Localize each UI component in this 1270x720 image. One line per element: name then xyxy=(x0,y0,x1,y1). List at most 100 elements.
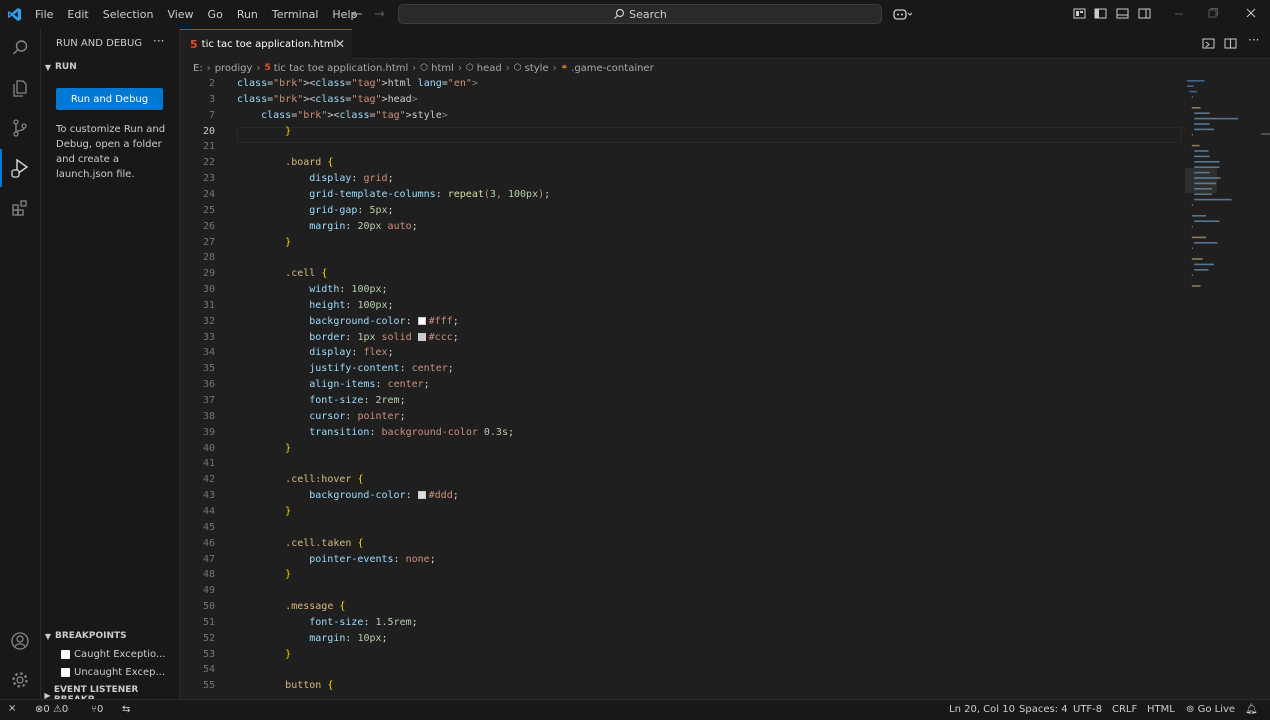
breadcrumb-item[interactable]: html xyxy=(431,63,454,74)
menu-edit[interactable]: Edit xyxy=(60,8,95,21)
minimap[interactable] xyxy=(1183,76,1258,699)
close-window-icon[interactable] xyxy=(1245,7,1257,19)
code-line[interactable]: 49 xyxy=(180,583,1182,599)
menu-terminal[interactable]: Terminal xyxy=(265,8,326,21)
notifications-bell-icon[interactable]: 🔔︎ xyxy=(1245,704,1258,715)
code-line[interactable]: 27 } xyxy=(180,235,1182,251)
code-editor[interactable]: 2 class="brk"><class="tag">html lang="en"… xyxy=(180,76,1182,699)
code-line[interactable]: 7 class="brk"><class="tag">style> xyxy=(180,108,1182,124)
code-line[interactable]: 20 } xyxy=(180,124,1182,140)
activity-run-and-debug[interactable] xyxy=(0,149,40,187)
code-line[interactable]: 31 height: 100px; xyxy=(180,298,1182,314)
line-endings[interactable]: CRLF xyxy=(1112,704,1137,715)
uncaught-exceptions-breakpoint[interactable]: Uncaught Excep... xyxy=(61,667,165,678)
breadcrumb-item[interactable]: prodigy xyxy=(215,63,253,74)
breadcrumb-item[interactable]: .game-container xyxy=(571,63,654,74)
code-line[interactable]: 29 .cell { xyxy=(180,266,1182,282)
code-line[interactable]: 22 .board { xyxy=(180,155,1182,171)
breadcrumb-drive[interactable]: E: xyxy=(193,63,203,74)
customize-layout-icon[interactable] xyxy=(1073,7,1086,20)
code-line[interactable]: 35 justify-content: center; xyxy=(180,361,1182,377)
breakpoints-section-header[interactable]: ▼ BREAKPOINTS xyxy=(41,631,179,641)
run-and-debug-button[interactable]: Run and Debug xyxy=(56,88,163,110)
indentation[interactable]: Spaces: 4 xyxy=(1019,704,1068,715)
activity-extensions[interactable] xyxy=(0,189,40,227)
menu-go[interactable]: Go xyxy=(201,8,230,21)
code-line[interactable]: 45 xyxy=(180,520,1182,536)
code-line[interactable]: 50 .message { xyxy=(180,599,1182,615)
breadcrumb-item[interactable]: tic tac toe application.html xyxy=(274,63,409,74)
code-line[interactable]: 21 xyxy=(180,139,1182,155)
code-line[interactable]: 34 display: flex; xyxy=(180,345,1182,361)
code-line[interactable]: 42 .cell:hover { xyxy=(180,472,1182,488)
code-line[interactable]: 46 .cell.taken { xyxy=(180,536,1182,552)
code-line[interactable]: 52 margin: 10px; xyxy=(180,631,1182,647)
code-line[interactable]: 53 } xyxy=(180,647,1182,663)
code-line[interactable]: 25 grid-gap: 5px; xyxy=(180,203,1182,219)
activity-explorer[interactable] xyxy=(0,29,40,67)
code-line[interactable]: 37 font-size: 2rem; xyxy=(180,393,1182,409)
code-line[interactable]: 2 class="brk"><class="tag">html lang="en"… xyxy=(180,76,1182,92)
code-line[interactable]: 3 class="brk"><class="tag">head> xyxy=(180,92,1182,108)
code-line[interactable]: 55 button { xyxy=(180,678,1182,694)
remote-icon[interactable]: ⨯ xyxy=(8,703,16,714)
code-line[interactable]: 43 background-color: #ddd; xyxy=(180,488,1182,504)
language-mode[interactable]: HTML xyxy=(1147,704,1175,715)
breadcrumb-item[interactable]: style xyxy=(525,63,549,74)
problems-indicator[interactable]: ⊗0 ⚠0 xyxy=(35,704,68,715)
code-line[interactable]: 54 xyxy=(180,662,1182,678)
command-center-search[interactable]: Search xyxy=(398,4,882,24)
code-line[interactable]: 47 pointer-events: none; xyxy=(180,552,1182,568)
code-line[interactable]: 44 } xyxy=(180,504,1182,520)
menu-run[interactable]: Run xyxy=(230,8,265,21)
more-editor-actions-icon[interactable]: ··· xyxy=(1248,33,1259,47)
toggle-primary-sidebar-icon[interactable] xyxy=(1094,7,1107,20)
run-section-header[interactable]: ▼ RUN xyxy=(41,62,179,72)
code-line[interactable]: 28 xyxy=(180,250,1182,266)
code-line[interactable]: 30 width: 100px; xyxy=(180,282,1182,298)
breadcrumb-item[interactable]: head xyxy=(477,63,502,74)
restore-icon[interactable] xyxy=(1207,7,1219,19)
back-arrow-icon[interactable]: ← xyxy=(352,7,363,22)
minimap-line xyxy=(1194,242,1218,244)
menu-selection[interactable]: Selection xyxy=(96,8,161,21)
toggle-secondary-sidebar-icon[interactable] xyxy=(1138,7,1151,20)
more-actions-icon[interactable]: ··· xyxy=(153,34,164,48)
copilot-icon[interactable] xyxy=(893,7,913,21)
toggle-panel-icon[interactable] xyxy=(1116,7,1129,20)
code-text: grid-template-columns: repeat(3, 100px); xyxy=(309,188,551,200)
caught-exceptions-checkbox[interactable] xyxy=(61,650,70,659)
activity-files[interactable] xyxy=(0,69,40,107)
minimize-icon[interactable] xyxy=(1173,7,1185,19)
cursor-position[interactable]: Ln 20, Col 10 xyxy=(949,704,1015,715)
menu-view[interactable]: View xyxy=(160,8,200,21)
code-line[interactable]: 32 background-color: #fff; xyxy=(180,314,1182,330)
vertical-scrollbar[interactable] xyxy=(1260,76,1270,699)
tab-tic-tac-toe-html[interactable]: 5 tic tac toe application.html ✕ xyxy=(180,29,352,59)
split-editor-icon[interactable] xyxy=(1224,37,1237,50)
activity-accounts[interactable] xyxy=(0,622,40,660)
debug-launch-icon[interactable]: ⇆ xyxy=(122,704,130,715)
forward-arrow-icon[interactable]: → xyxy=(374,7,385,22)
code-line[interactable]: 24 grid-template-columns: repeat(3, 100p… xyxy=(180,187,1182,203)
code-line[interactable]: 26 margin: 20px auto; xyxy=(180,219,1182,235)
code-line[interactable]: 23 display: grid; xyxy=(180,171,1182,187)
close-tab-icon[interactable]: ✕ xyxy=(335,37,345,51)
code-line[interactable]: 39 transition: background-color 0.3s; xyxy=(180,425,1182,441)
open-preview-icon[interactable] xyxy=(1202,37,1215,50)
code-line[interactable]: 40 } xyxy=(180,441,1182,457)
activity-source-control[interactable] xyxy=(0,109,40,147)
code-line[interactable]: 48 } xyxy=(180,567,1182,583)
go-live-button[interactable]: ⊚ Go Live xyxy=(1186,704,1235,715)
code-line[interactable]: 41 xyxy=(180,456,1182,472)
encoding[interactable]: UTF-8 xyxy=(1073,704,1102,715)
menu-file[interactable]: File xyxy=(28,8,60,21)
code-line[interactable]: 33 border: 1px solid #ccc; xyxy=(180,330,1182,346)
ports-indicator[interactable]: ⑂0 xyxy=(91,704,103,715)
code-line[interactable]: 36 align-items: center; xyxy=(180,377,1182,393)
caught-exceptions-breakpoint[interactable]: Caught Exceptio... xyxy=(61,649,165,660)
uncaught-exceptions-checkbox[interactable] xyxy=(61,668,70,677)
code-line[interactable]: 51 font-size: 1.5rem; xyxy=(180,615,1182,631)
code-line[interactable]: 38 cursor: pointer; xyxy=(180,409,1182,425)
activity-manage[interactable] xyxy=(0,661,40,699)
